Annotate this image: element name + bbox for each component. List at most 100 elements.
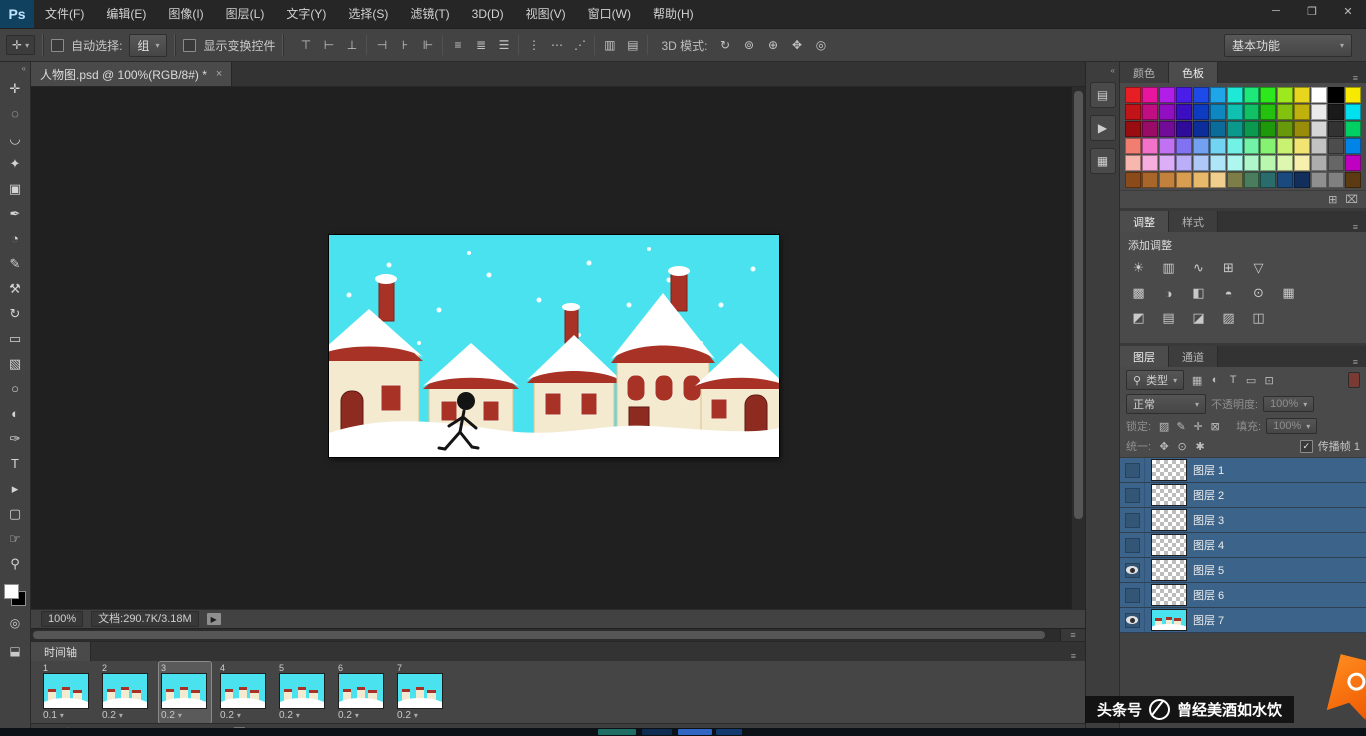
- color-swatch[interactable]: [1294, 87, 1310, 103]
- color-swatch[interactable]: [1193, 87, 1209, 103]
- color-swatch[interactable]: [1260, 87, 1276, 103]
- layer-thumbnail[interactable]: [1152, 485, 1186, 505]
- layer-thumbnail[interactable]: [1152, 560, 1186, 580]
- color-swatch[interactable]: [1294, 104, 1310, 120]
- 3d-slide-tool[interactable]: ✥: [786, 35, 807, 55]
- zoom-tool[interactable]: ⚲: [2, 551, 28, 576]
- document-tab[interactable]: 人物图.psd @ 100%(RGB/8#) * ×: [31, 62, 232, 86]
- color-swatch[interactable]: [1159, 172, 1175, 188]
- color-swatch[interactable]: [1328, 172, 1344, 188]
- restore-button[interactable]: ❐: [1294, 0, 1330, 22]
- auto-select-mode-dropdown[interactable]: 组 ▾: [129, 34, 167, 57]
- layer-row[interactable]: 图层 7: [1120, 608, 1366, 633]
- posterize-icon[interactable]: ▤: [1156, 308, 1181, 328]
- color-swatch[interactable]: [1260, 155, 1276, 171]
- menu-layer[interactable]: 图层(L): [215, 0, 276, 28]
- frame-thumbnail[interactable]: [279, 673, 325, 709]
- distribute-left-edges[interactable]: ⋮: [523, 35, 544, 55]
- color-lookup-icon[interactable]: ▦: [1276, 283, 1301, 303]
- tab-color[interactable]: 颜色: [1120, 62, 1169, 83]
- color-swatch[interactable]: [1345, 138, 1361, 154]
- frame-thumbnail[interactable]: [161, 673, 207, 709]
- color-swatch[interactable]: [1345, 172, 1361, 188]
- distribute-bottom-edges[interactable]: ☰: [493, 35, 514, 55]
- color-swatch[interactable]: [1227, 138, 1243, 154]
- timeline-frame[interactable]: 70.2▾: [395, 662, 447, 723]
- new-swatch-icon[interactable]: ⊞: [1328, 193, 1337, 206]
- delete-swatch-icon[interactable]: ⌧: [1345, 193, 1358, 206]
- tool-preset-picker[interactable]: ✛ ▾: [6, 35, 35, 55]
- color-swatch[interactable]: [1277, 155, 1293, 171]
- opacity-field[interactable]: 100% ▾: [1263, 396, 1314, 412]
- brightness-contrast-icon[interactable]: ☀: [1126, 258, 1151, 278]
- photo-filter-icon[interactable]: ◓: [1216, 283, 1241, 303]
- taskbar-app-segment[interactable]: [598, 729, 636, 735]
- pen-tool[interactable]: ✑: [2, 426, 28, 451]
- color-swatch[interactable]: [1227, 155, 1243, 171]
- color-swatch[interactable]: [1142, 155, 1158, 171]
- distribute-vertical-centers[interactable]: ≣: [470, 35, 491, 55]
- menu-select[interactable]: 选择(S): [337, 0, 399, 28]
- align-right-edges[interactable]: ⊩: [417, 35, 438, 55]
- unify-visibility-icon[interactable]: ⊙: [1174, 439, 1190, 454]
- gradient-tool[interactable]: ▧: [2, 351, 28, 376]
- layer-row[interactable]: 图层 3: [1120, 508, 1366, 533]
- minimize-button[interactable]: ─: [1258, 0, 1294, 22]
- 3d-drag-tool[interactable]: ⊕: [762, 35, 783, 55]
- color-swatch[interactable]: [1210, 87, 1226, 103]
- gradient-map-icon[interactable]: ▨: [1216, 308, 1241, 328]
- tab-swatches[interactable]: 色板: [1169, 62, 1218, 83]
- color-swatch[interactable]: [1227, 121, 1243, 137]
- color-swatch[interactable]: [1260, 172, 1276, 188]
- dodge-tool[interactable]: ◐: [2, 401, 28, 426]
- color-swatch[interactable]: [1142, 138, 1158, 154]
- taskbar-app-segment[interactable]: [642, 729, 672, 735]
- color-swatch[interactable]: [1277, 87, 1293, 103]
- layer-visibility-toggle[interactable]: [1120, 458, 1145, 482]
- color-swatch[interactable]: [1328, 138, 1344, 154]
- layer-thumbnail[interactable]: [1152, 585, 1186, 605]
- timeline-tab[interactable]: 时间轴: [31, 642, 91, 661]
- frame-delay-select[interactable]: 0.1▾: [43, 709, 91, 722]
- menu-edit[interactable]: 编辑(E): [95, 0, 157, 28]
- align-vertical-centers[interactable]: ⊢: [318, 35, 339, 55]
- layer-filter-type-dropdown[interactable]: ⚲ 类型 ▾: [1126, 370, 1184, 390]
- lock-all-icon[interactable]: ⊠: [1207, 419, 1223, 434]
- color-swatch[interactable]: [1193, 121, 1209, 137]
- menu-file[interactable]: 文件(F): [34, 0, 95, 28]
- filter-type-layers-icon[interactable]: T: [1225, 373, 1241, 388]
- frame-thumbnail[interactable]: [43, 673, 89, 709]
- color-swatch[interactable]: [1159, 121, 1175, 137]
- clone-stamp-tool[interactable]: ⚒: [2, 276, 28, 301]
- color-swatch[interactable]: [1311, 104, 1327, 120]
- filter-pixel-layers-icon[interactable]: ▦: [1189, 373, 1205, 388]
- color-swatch[interactable]: [1193, 172, 1209, 188]
- frame-thumbnail[interactable]: [397, 673, 443, 709]
- layer-visibility-toggle[interactable]: [1120, 583, 1145, 607]
- canvas-pasteboard[interactable]: [31, 87, 1071, 609]
- align-top-edges[interactable]: ⊤: [295, 35, 316, 55]
- color-swatch[interactable]: [1159, 104, 1175, 120]
- curves-icon[interactable]: ∿: [1186, 258, 1211, 278]
- path-selection-tool[interactable]: ▸: [2, 476, 28, 501]
- menu-image[interactable]: 图像(I): [157, 0, 214, 28]
- propagate-frame-checkbox[interactable]: ✓: [1300, 440, 1313, 453]
- frame-thumbnail[interactable]: [220, 673, 266, 709]
- color-swatch[interactable]: [1244, 155, 1260, 171]
- lock-position-icon[interactable]: ✛: [1190, 419, 1206, 434]
- 3d-scale-tool[interactable]: ◎: [810, 35, 831, 55]
- color-swatch[interactable]: [1260, 138, 1276, 154]
- layer-thumbnail[interactable]: [1152, 510, 1186, 530]
- auto-align-layers[interactable]: ▥: [599, 35, 620, 55]
- filter-smart-objects-icon[interactable]: ⊡: [1261, 373, 1277, 388]
- layer-thumbnail[interactable]: [1152, 610, 1186, 630]
- timeline-menu-icon[interactable]: ≡: [1071, 651, 1085, 661]
- auto-select-checkbox[interactable]: [51, 39, 64, 52]
- black-white-icon[interactable]: ◧: [1186, 283, 1211, 303]
- frame-delay-select[interactable]: 0.2▾: [397, 709, 445, 722]
- color-swatch[interactable]: [1294, 121, 1310, 137]
- status-options-arrow-icon[interactable]: ▶: [207, 613, 221, 625]
- threshold-icon[interactable]: ◪: [1186, 308, 1211, 328]
- eraser-tool[interactable]: ▭: [2, 326, 28, 351]
- color-swatch[interactable]: [1125, 172, 1141, 188]
